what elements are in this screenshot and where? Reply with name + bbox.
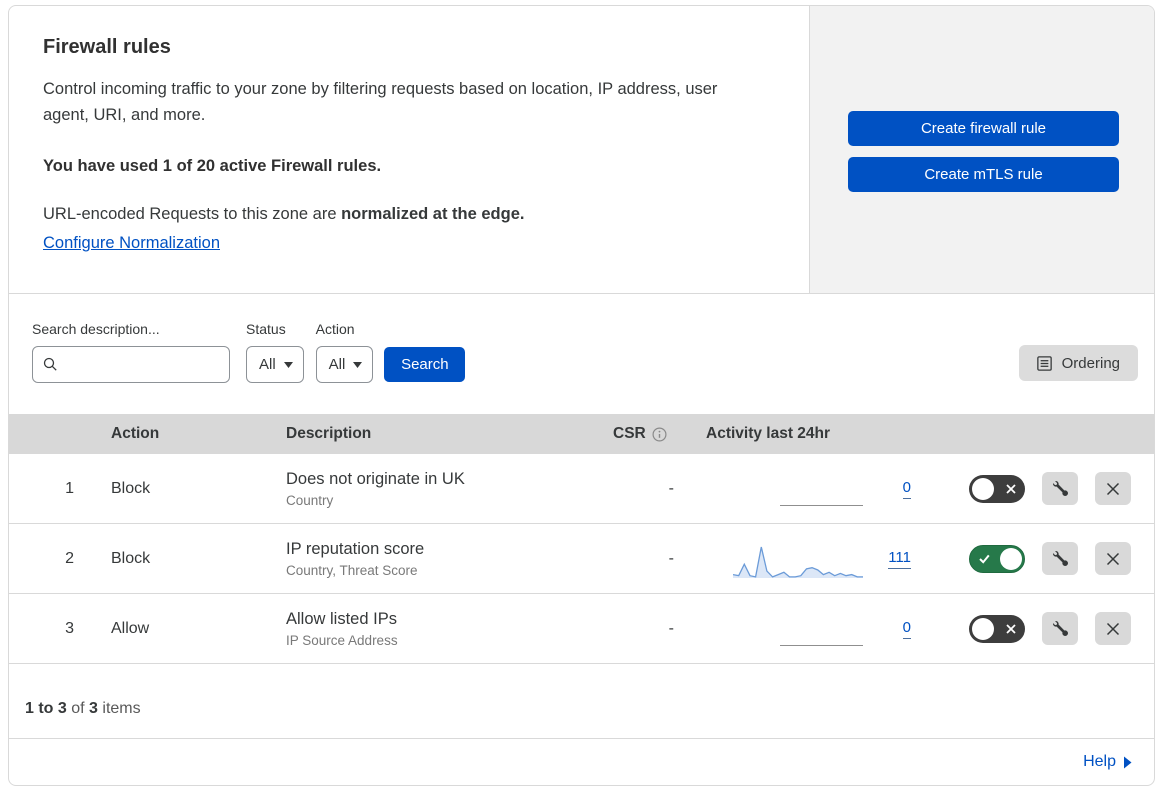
edit-rule-button[interactable] (1042, 612, 1078, 645)
activity-sparkline (733, 540, 863, 578)
column-description: Description (286, 425, 372, 442)
rule-description: Does not originate in UK (286, 469, 465, 488)
rule-csr: - (668, 479, 674, 497)
rule-description: Allow listed IPs (286, 609, 397, 628)
toggle-knob (972, 477, 994, 500)
activity-sparkline (733, 488, 863, 506)
create-firewall-rule-button[interactable]: Create firewall rule (848, 111, 1119, 146)
action-filter-group: Action All (315, 321, 374, 383)
rule-priority: 3 (65, 619, 74, 637)
ordering-icon (1036, 355, 1052, 371)
info-icon[interactable] (652, 426, 667, 442)
search-group: Search description... (32, 321, 230, 383)
activity-sparkline (733, 628, 863, 646)
activity-count-link[interactable]: 0 (902, 619, 911, 639)
rule-action: Block (111, 549, 151, 567)
help-link[interactable]: Help (1083, 753, 1132, 771)
chevron-down-icon (283, 361, 293, 368)
items-text: items (102, 700, 141, 717)
table-row: 2 Block IP reputation score Country, Thr… (9, 524, 1154, 594)
check-icon (979, 554, 990, 564)
action-select[interactable]: All (315, 346, 374, 383)
column-action: Action (111, 425, 160, 442)
items-range: 1 to 3 (25, 700, 67, 717)
table-row: 3 Allow Allow listed IPs IP Source Addre… (9, 594, 1154, 664)
x-icon (1006, 483, 1016, 494)
status-filter-group: Status All (246, 321, 304, 383)
items-total: 3 (89, 700, 98, 717)
x-icon (1006, 623, 1016, 634)
toggle-knob (972, 617, 994, 640)
table-header: Action Description CSR Activity last 24h… (9, 414, 1154, 454)
wrench-icon (1052, 551, 1068, 566)
filter-bar: Search description... Status All Action … (9, 294, 1154, 414)
search-icon (43, 357, 57, 371)
page-description: Control incoming traffic to your zone by… (43, 80, 718, 124)
sparkline-flat-baseline (780, 505, 863, 506)
ordering-label: Ordering (1061, 354, 1120, 372)
delete-rule-button[interactable] (1095, 612, 1131, 645)
actions-panel: Create firewall rule Create mTLS rule (809, 6, 1154, 293)
table-row: 1 Block Does not originate in UK Country… (9, 454, 1154, 524)
rule-fields: Country, Threat Score (286, 562, 418, 578)
close-icon (1106, 482, 1120, 495)
csr-label: CSR (613, 425, 646, 442)
status-label: Status (246, 321, 286, 337)
rule-action: Block (111, 479, 151, 497)
column-csr: CSR (613, 425, 688, 443)
hero-text: Firewall rules Control incoming traffic … (9, 6, 809, 293)
edit-rule-button[interactable] (1042, 472, 1078, 505)
chevron-down-icon (353, 361, 363, 368)
activity-count-link[interactable]: 0 (902, 479, 911, 499)
column-activity: Activity last 24hr (706, 425, 831, 442)
of-text: of (71, 700, 85, 717)
wrench-icon (1052, 481, 1068, 496)
toggle-knob (1000, 547, 1022, 570)
search-button[interactable]: Search (384, 347, 466, 382)
rule-enabled-toggle[interactable] (969, 544, 1025, 573)
search-input[interactable] (66, 355, 219, 374)
ordering-button[interactable]: Ordering (1018, 345, 1138, 381)
rule-action: Allow (111, 619, 150, 637)
normalization-text: URL-encoded Requests to this zone are (43, 205, 342, 223)
rule-fields: Country (286, 492, 334, 508)
edit-rule-button[interactable] (1042, 542, 1078, 575)
status-value: All (259, 356, 276, 373)
sparkline-flat-baseline (780, 645, 863, 646)
rule-enabled-toggle[interactable] (969, 614, 1025, 643)
action-label: Action (315, 321, 355, 337)
configure-normalization-link[interactable]: Configure Normalization (43, 234, 220, 252)
rule-priority: 2 (65, 549, 74, 567)
help-bar: Help (9, 738, 1154, 785)
arrow-right-icon (1124, 756, 1132, 768)
rule-enabled-toggle[interactable] (969, 474, 1025, 503)
usage-note: You have used 1 of 20 active Firewall ru… (43, 157, 382, 175)
firewall-rules-card: Firewall rules Control incoming traffic … (8, 5, 1155, 786)
search-label: Search description... (32, 321, 160, 337)
close-icon (1106, 622, 1120, 635)
activity-count-link[interactable]: 111 (888, 549, 911, 569)
create-mtls-rule-button[interactable]: Create mTLS rule (848, 157, 1119, 192)
page-title: Firewall rules (43, 36, 171, 58)
wrench-icon (1052, 621, 1068, 636)
rule-fields: IP Source Address (286, 632, 398, 648)
rule-description: IP reputation score (286, 539, 425, 558)
status-select[interactable]: All (246, 346, 304, 383)
help-label: Help (1083, 753, 1116, 770)
search-box[interactable] (32, 346, 230, 383)
rule-priority: 1 (65, 479, 74, 497)
normalization-note: URL-encoded Requests to this zone are no… (43, 205, 769, 224)
rule-csr: - (668, 549, 674, 567)
sparkline-chart (733, 546, 863, 578)
normalization-bold: normalized at the edge. (341, 205, 525, 223)
action-value: All (328, 356, 346, 373)
table-footer: 1 to 3 of 3 items (9, 664, 1154, 738)
hero-section: Firewall rules Control incoming traffic … (9, 6, 1154, 294)
delete-rule-button[interactable] (1095, 472, 1131, 505)
close-icon (1106, 552, 1120, 565)
rule-csr: - (668, 619, 674, 637)
delete-rule-button[interactable] (1095, 542, 1131, 575)
